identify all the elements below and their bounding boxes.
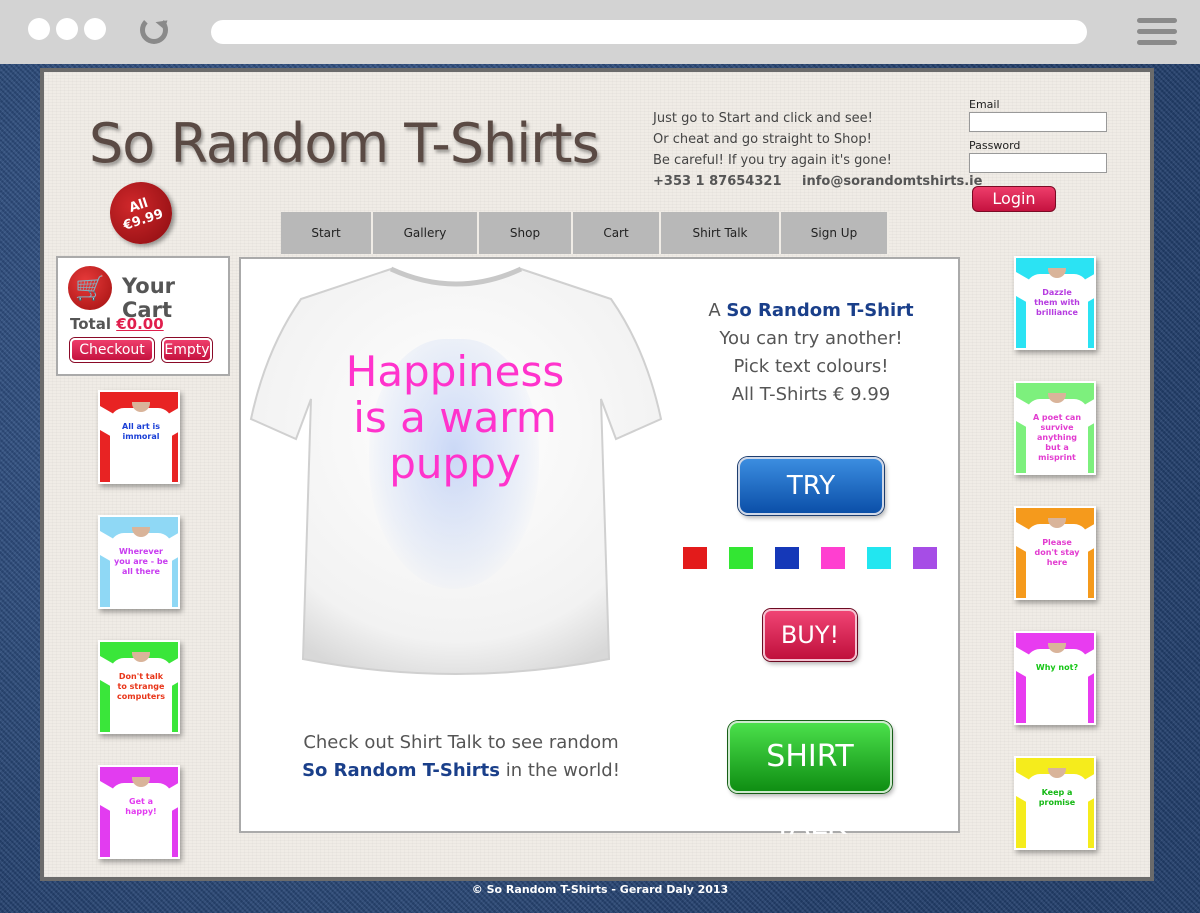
main-panel: Happiness is a warm puppy A So Random T-… (239, 257, 961, 842)
nav-tab-sign-up[interactable]: Sign Up (781, 212, 889, 254)
promo-text: A So Random T-Shirt You can try another!… (661, 297, 961, 409)
tshirt-icon (110, 408, 172, 482)
nav-tab-cart[interactable]: Cart (573, 212, 661, 254)
tshirt-icon (1026, 649, 1088, 723)
shirt-talk-promo: Check out Shirt Talk to see random So Ra… (281, 729, 641, 785)
nav-tab-start[interactable]: Start (281, 212, 373, 254)
tshirt-thumbnail[interactable]: All art is immoral (98, 390, 180, 484)
tshirt-thumbnail[interactable]: Please don't stay here (1014, 506, 1096, 600)
color-swatches (683, 547, 959, 569)
promo-line-4: All T-Shirts € 9.99 (731, 384, 891, 405)
tagline-line-1: Just go to Start and click and see! (653, 111, 873, 126)
site-logo[interactable]: So Random T-Shirts (89, 112, 600, 175)
cart-panel: 🛒 Your Cart Total €0.00 Checkout Empty (56, 256, 230, 376)
color-swatch[interactable] (729, 547, 753, 569)
tshirt-thumbnail[interactable]: Why not? (1014, 631, 1096, 725)
promo-line-1: A So Random T-Shirt (661, 297, 961, 325)
promo-line-2: You can try another! (719, 328, 903, 349)
tshirt-thumbnail[interactable]: A poet can survive anything but a mispri… (1014, 381, 1096, 475)
thumbnail-slogan: Please don't stay here (1034, 538, 1080, 567)
login-form: Email Password (969, 98, 1107, 180)
thumbnail-slogan: Get a happy! (125, 797, 157, 816)
promo-brand: So Random T-Shirt (726, 300, 914, 321)
shirt-slogan-line-3: puppy (389, 439, 521, 488)
window-dot-icon[interactable] (56, 18, 78, 40)
password-label: Password (969, 139, 1021, 152)
tagline-line-3: Be careful! If you try again it's gone! (653, 153, 892, 168)
contact-phone: +353 1 87654321 (653, 174, 782, 189)
nav-tab-gallery[interactable]: Gallery (373, 212, 479, 254)
tshirt-icon (110, 783, 172, 857)
password-field[interactable] (969, 153, 1107, 173)
login-button[interactable]: Login (972, 186, 1056, 212)
tshirt-thumbnail[interactable]: Don't talk to strange computers (98, 640, 180, 734)
tshirt-icon (1026, 774, 1088, 848)
window-dot-icon[interactable] (84, 18, 106, 40)
contact-info: +353 1 87654321 info@sorandomtshirts.ie (653, 171, 982, 192)
tshirt-preview: Happiness is a warm puppy (241, 259, 671, 699)
main-nav: Start Gallery Shop Cart Shirt Talk Sign … (281, 212, 889, 254)
contact-email[interactable]: info@sorandomtshirts.ie (802, 174, 982, 189)
price-seal: All €9.99 (101, 173, 181, 253)
reload-icon[interactable] (140, 16, 168, 44)
window-dot-icon[interactable] (28, 18, 50, 40)
promo-line-3: Pick text colours! (733, 356, 889, 377)
email-label: Email (969, 98, 1000, 111)
shirt-talk-promo-line-2: So Random T-Shirts in the world! (281, 757, 641, 785)
shirt-talk-button[interactable]: SHIRT TALK (728, 721, 892, 842)
promo-prefix: A (708, 300, 721, 321)
thumbnail-slogan: Keep a promise (1038, 788, 1076, 807)
tshirt-thumbnail[interactable]: Dazzle them with brilliance (1014, 256, 1096, 350)
thumbnail-slogan: Don't talk to strange computers (117, 672, 165, 701)
shirt-slogan-line-1: Happiness (345, 347, 565, 396)
shirt-talk-promo-suffix: in the world! (505, 760, 620, 781)
color-swatch[interactable] (867, 547, 891, 569)
email-field[interactable] (969, 112, 1107, 132)
shirt-talk-promo-line-1: Check out Shirt Talk to see random (303, 732, 619, 753)
thumbnail-slogan: All art is immoral (122, 422, 160, 441)
color-swatch[interactable] (821, 547, 845, 569)
tagline: Just go to Start and click and see! Or c… (653, 108, 982, 192)
shirt-talk-promo-brand[interactable]: So Random T-Shirts (302, 760, 500, 781)
browser-chrome (0, 0, 1200, 64)
checkout-button[interactable]: Checkout (70, 338, 154, 362)
page-content: So Random T-Shirts All €9.99 Just go to … (40, 68, 1154, 881)
color-swatch[interactable] (683, 547, 707, 569)
shopping-cart-icon: 🛒 (68, 266, 112, 310)
shirt-slogan: Happiness is a warm puppy (325, 349, 585, 487)
tshirt-thumbnail[interactable]: Get a happy! (98, 765, 180, 859)
thumbnail-slogan: Why not? (1035, 663, 1079, 672)
nav-tab-shop[interactable]: Shop (479, 212, 573, 254)
try-again-button[interactable]: TRY AGAIN! (738, 457, 884, 555)
tshirt-thumbnail[interactable]: Keep a promise (1014, 756, 1096, 850)
menu-icon[interactable] (1137, 18, 1177, 46)
color-swatch[interactable] (775, 547, 799, 569)
cart-total-value: €0.00 (116, 315, 164, 333)
thumbnail-slogan: Dazzle them with brilliance (1034, 288, 1080, 317)
tagline-line-2: Or cheat and go straight to Shop! (653, 132, 872, 147)
color-swatch[interactable] (913, 547, 937, 569)
buy-button[interactable]: BUY! (763, 609, 857, 661)
nav-tab-shirt-talk[interactable]: Shirt Talk (661, 212, 781, 254)
address-bar[interactable] (211, 20, 1087, 44)
thumbnail-slogan: Wherever you are - be all there (114, 547, 169, 576)
footer-copyright: © So Random T-Shirts - Gerard Daly 2013 (471, 883, 729, 896)
shirt-slogan-line-2: is a warm (353, 393, 557, 442)
cart-total-label: Total (70, 315, 111, 333)
thumbnail-slogan: A poet can survive anything but a mispri… (1032, 413, 1082, 462)
tshirt-thumbnail[interactable]: Wherever you are - be all there (98, 515, 180, 609)
empty-cart-button[interactable]: Empty (162, 338, 212, 362)
cart-total: Total €0.00 (70, 315, 164, 333)
